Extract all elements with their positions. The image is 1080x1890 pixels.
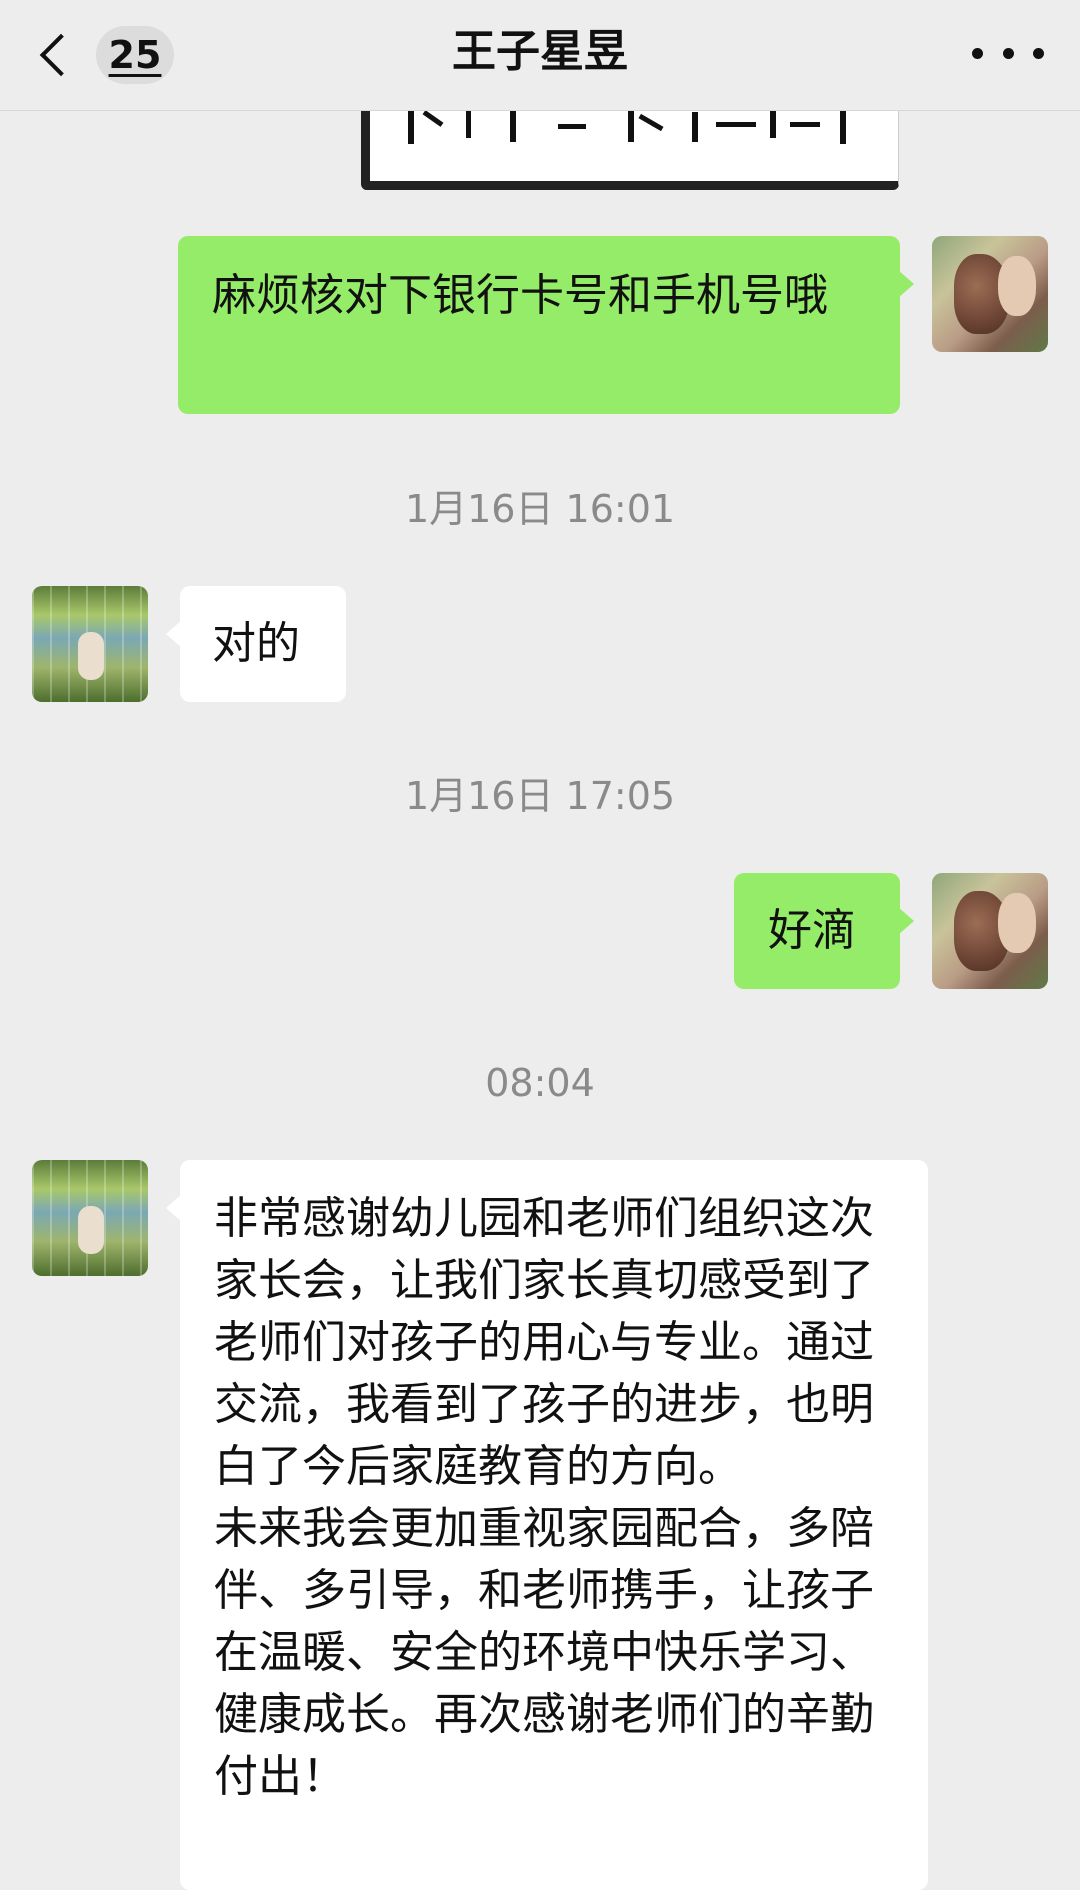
more-dots-icon[interactable] [972,35,1044,71]
message-bubble[interactable]: 好滴 [734,873,914,989]
dot [972,47,983,59]
dot [1002,47,1014,59]
chat-title: 王子星昱 [452,26,628,77]
timestamp: 1月16日 16:01 [404,487,676,531]
top-nav-bar: 25 王子星昱 [0,0,1080,111]
timestamp: 08:04 [485,1061,595,1105]
contact-avatar[interactable] [32,586,148,702]
message-bubble[interactable]: 麻烦核对下银行卡号和手机号哦 [178,236,914,414]
my-avatar[interactable] [932,236,1048,352]
timestamp: 1月16日 17:05 [404,774,676,818]
contact-avatar[interactable] [32,1160,148,1276]
message-bubble[interactable]: 非常感谢幼儿园和老师们组织这次家长会，让我们家长真切感受到了老师们对孩子的用心与… [166,1160,928,1890]
message-bubble[interactable]: 对的 [166,586,346,702]
dot [1033,47,1044,59]
my-avatar[interactable] [932,873,1048,989]
